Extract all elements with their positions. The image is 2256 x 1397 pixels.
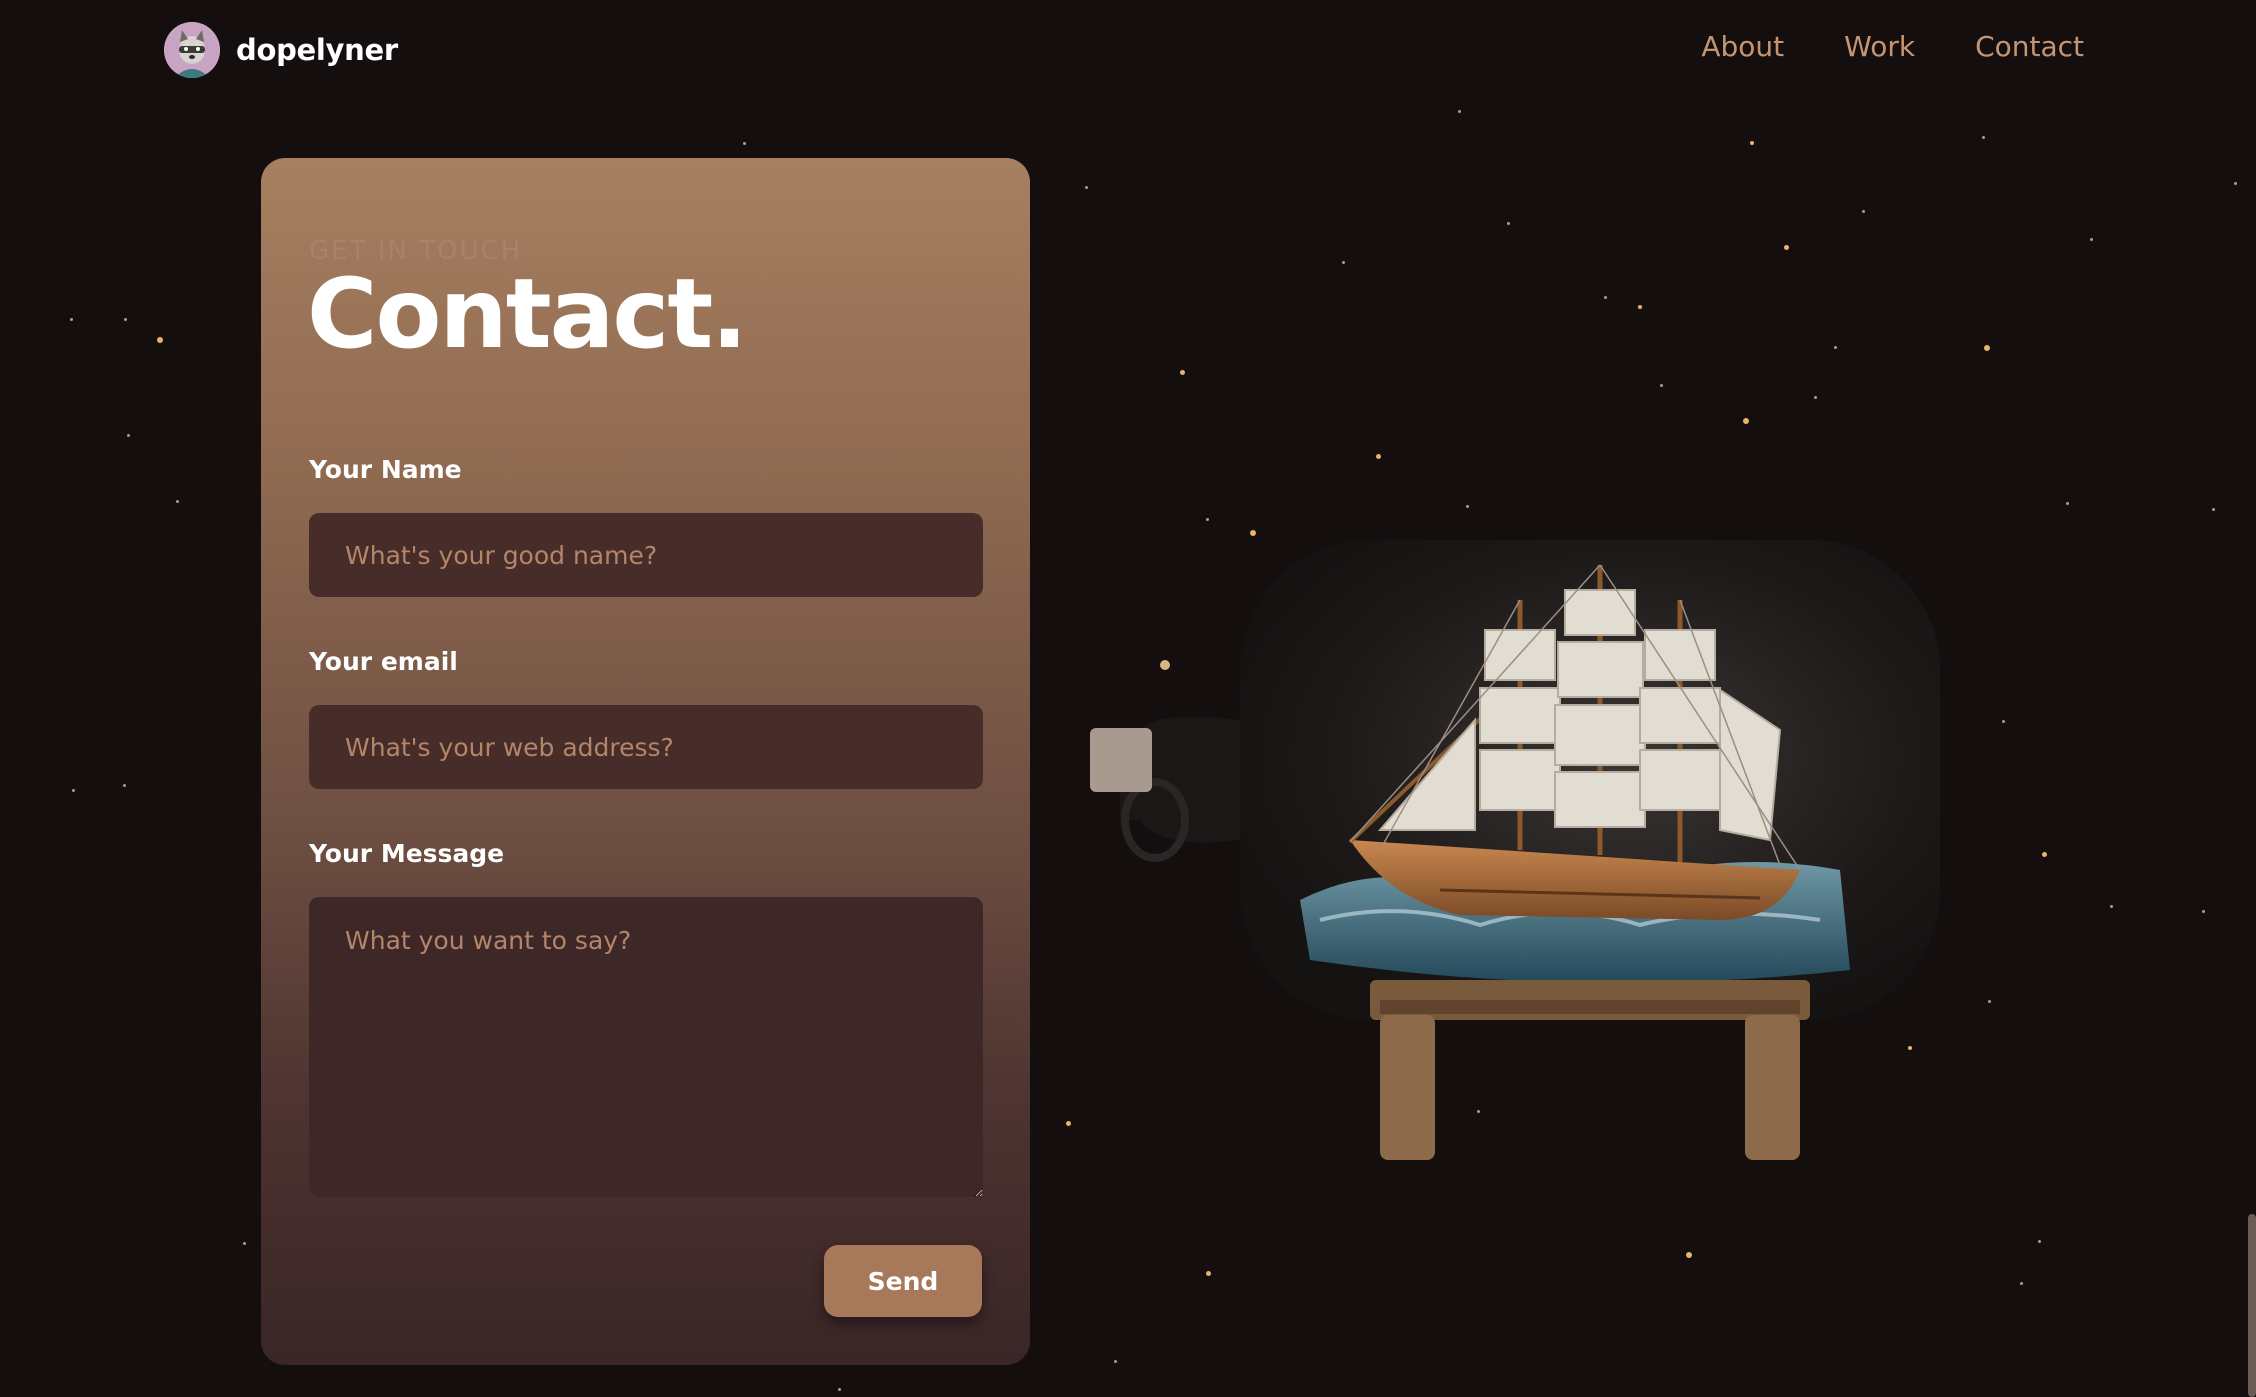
brand-name: dopelyner <box>236 33 398 67</box>
message-textarea[interactable] <box>309 897 983 1197</box>
raccoon-avatar-icon <box>164 22 220 78</box>
contact-form-card: Get in touch Contact. Your Name Your ema… <box>261 158 1030 1365</box>
nav-link-work[interactable]: Work <box>1844 30 1915 63</box>
section-title: Contact. <box>307 258 748 370</box>
nav-link-contact[interactable]: Contact <box>1975 30 2084 63</box>
email-input[interactable] <box>309 705 983 789</box>
avatar <box>164 22 220 78</box>
nav-link-about[interactable]: About <box>1701 30 1784 63</box>
top-nav: dopelyner About Work Contact <box>0 0 2256 100</box>
page-scrollbar[interactable] <box>2248 1214 2256 1397</box>
email-label: Your email <box>309 647 458 676</box>
name-label: Your Name <box>309 455 462 484</box>
brand-link[interactable]: dopelyner <box>164 22 398 78</box>
ship-in-bottle-illustration <box>1080 520 1980 1160</box>
ship-in-bottle-icon <box>1090 540 1940 1160</box>
send-button[interactable]: Send <box>824 1245 982 1317</box>
name-input[interactable] <box>309 513 983 597</box>
nav-links: About Work Contact <box>1701 30 2084 63</box>
message-label: Your Message <box>309 839 505 868</box>
